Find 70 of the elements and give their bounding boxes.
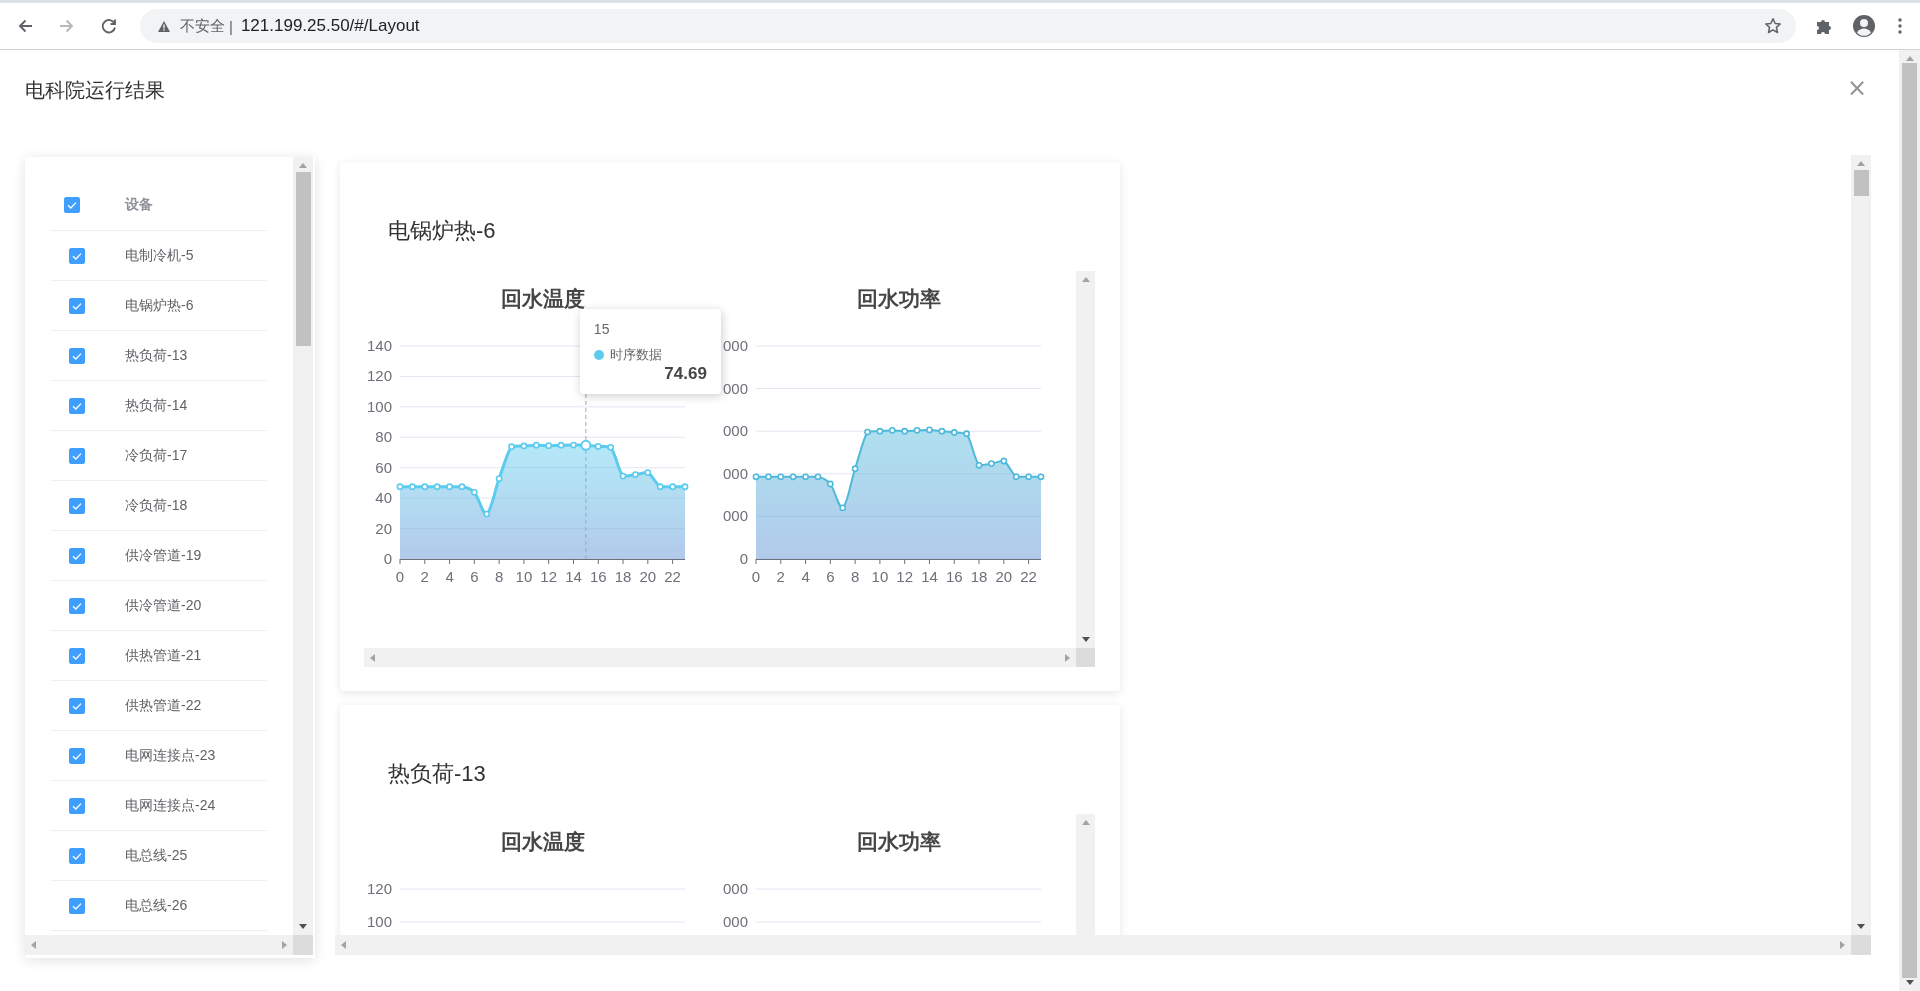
table-cell: 供热管道-21 [125,646,202,665]
table-cell: 电总线-26 [125,896,188,915]
x-axis-label: 0 [751,568,761,585]
x-axis-label: 8 [850,568,860,585]
separator: | [229,17,233,35]
x-axis-label: 12 [896,568,914,585]
table-cell: 热负荷-14 [125,396,188,415]
x-axis-label: 10 [871,568,889,585]
y-axis-label: 000 [722,913,748,930]
table-cell: 电总线-25 [125,846,188,865]
card-title: 热负荷-13 [388,760,487,788]
table-cell: 电网连接点-24 [125,796,216,815]
tooltip-title: 15 [593,320,611,339]
y-axis-label: 000 [722,464,748,482]
chart-title: 回水功率 [856,830,941,853]
table-cell: 电制冷机-5 [125,246,194,265]
x-axis-label: 12 [540,568,558,585]
y-axis-label: 000 [722,337,748,354]
table-cell: 热负荷-13 [125,346,188,365]
y-axis-label: 60 [375,458,392,476]
x-axis-label: 6 [826,568,835,585]
y-axis-label: 80 [375,428,392,446]
x-axis-label: 2 [420,568,429,585]
y-axis-label: 120 [366,367,392,385]
x-axis-label: 16 [945,568,963,585]
y-axis-label: 40 [375,489,392,507]
x-axis-label: 18 [970,568,988,585]
table-cell: 供冷管道-20 [125,596,202,615]
x-axis-label: 16 [589,568,607,585]
y-axis-label: 120 [366,880,392,897]
url-text: 121.199.25.50/#/Layout [240,16,421,36]
x-axis-label: 2 [776,568,785,585]
x-axis-label: 10 [515,568,533,585]
table-cell: 供冷管道-19 [125,546,202,565]
y-axis-label: 000 [722,422,748,440]
x-axis-label: 20 [639,568,657,585]
y-axis-label: 000 [722,379,748,397]
y-axis-label: 000 [722,507,748,525]
y-axis-label: 140 [366,337,392,354]
column-header: 设备 [125,196,153,214]
x-axis-label: 14 [921,568,938,585]
value-label: 74.69 [663,364,707,384]
chart-title: 回水功率 [856,287,941,310]
y-axis-label: 100 [366,913,392,930]
table-cell: 电锅炉热-6 [125,296,194,315]
x-axis-label: 22 [664,568,681,585]
y-axis-label: 000 [722,880,748,897]
dialog-title: 电科院运行结果 [25,78,165,102]
security-label: 不安全 [180,16,225,36]
chart-title: 回水温度 [500,287,585,310]
y-axis-label: 100 [366,397,392,415]
x-axis-label: 18 [614,568,632,585]
x-axis-label: 4 [445,568,454,585]
x-axis-label: 14 [565,568,582,585]
table-cell: 冷负荷-18 [125,496,188,515]
y-axis-label: 0 [383,550,392,567]
card-title: 电锅炉热-6 [388,217,497,245]
x-axis-label: 4 [801,568,810,585]
table-cell: 电网连接点-23 [125,746,216,765]
series-label: 时序数据 [609,346,662,364]
x-axis-label: 20 [995,568,1013,585]
x-axis-label: 8 [494,568,504,585]
x-axis-label: 6 [470,568,479,585]
x-axis-label: 0 [395,568,405,585]
table-cell: 冷负荷-17 [125,446,188,465]
x-axis-label: 22 [1020,568,1037,585]
table-cell: 供热管道-22 [125,696,202,715]
chart-title: 回水温度 [500,830,585,853]
y-axis-label: 0 [739,550,748,567]
y-axis-label: 20 [375,519,392,537]
